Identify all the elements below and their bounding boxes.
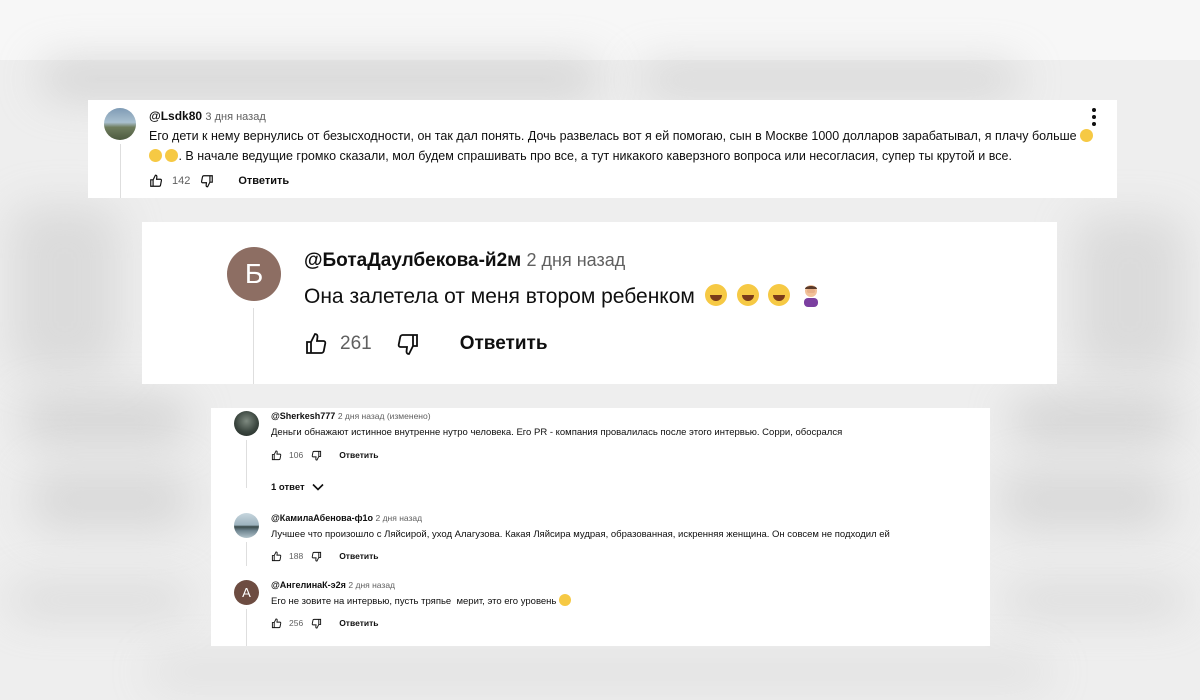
comment-actions: 106 Ответить bbox=[271, 448, 378, 462]
author-name[interactable]: @АнгелинаК-э2я bbox=[271, 580, 346, 590]
comment-header: @АнгелинаК-э2я 2 дня назад bbox=[271, 580, 395, 590]
author-name[interactable]: @КамилаАбенова-ф1о bbox=[271, 513, 373, 523]
comment-card-3: @Sherkesh777 2 дня назад (изменено) День… bbox=[211, 408, 990, 646]
comment-header: @Lsdk80 3 дня назад bbox=[149, 109, 266, 123]
comment-text: Деньги обнажают истинное внутренне нутро… bbox=[271, 427, 843, 438]
timestamp[interactable]: 3 дня назад bbox=[205, 111, 265, 123]
reply-button[interactable]: Ответить bbox=[238, 175, 289, 187]
laughing-emoji-icon bbox=[736, 284, 759, 306]
comment-actions: 261 Ответить bbox=[304, 330, 548, 358]
comment-text: Лучшее что произошло с Ляйсирой, уход Ал… bbox=[271, 529, 890, 540]
thumbs-down-icon[interactable] bbox=[311, 618, 322, 629]
disappointed-emoji-icon bbox=[149, 149, 162, 162]
thumbs-down-icon[interactable] bbox=[311, 450, 322, 461]
like-count: 142 bbox=[172, 175, 191, 187]
like-count: 256 bbox=[289, 618, 304, 628]
thread-line bbox=[246, 609, 247, 646]
avatar[interactable] bbox=[104, 108, 136, 140]
comment-text: Она залетела от меня втором ребенком bbox=[304, 280, 1024, 314]
reply-button[interactable]: Ответить bbox=[339, 618, 378, 628]
chevron-down-icon bbox=[312, 483, 324, 491]
avatar[interactable] bbox=[234, 411, 259, 436]
like-count: 106 bbox=[289, 450, 304, 460]
comment-card-2: Б @БотаДаулбекова-й2м 2 дня назад Она за… bbox=[142, 222, 1057, 384]
grinning-sweat-emoji-icon bbox=[559, 594, 571, 606]
comment-actions: 188 Ответить bbox=[271, 549, 378, 563]
thread-line bbox=[246, 440, 247, 488]
thumbs-up-icon[interactable] bbox=[271, 550, 282, 562]
laughing-emoji-icon bbox=[768, 284, 791, 306]
replies-toggle[interactable]: 1 ответ bbox=[271, 480, 324, 494]
thumbs-down-icon[interactable] bbox=[200, 174, 214, 188]
avatar-letter: Б bbox=[244, 258, 264, 289]
laughing-emoji-icon bbox=[704, 284, 727, 306]
like-count: 188 bbox=[289, 551, 304, 561]
author-name[interactable]: @БотаДаулбекова-й2м bbox=[304, 250, 521, 271]
comment-header: @КамилаАбенова-ф1о 2 дня назад bbox=[271, 513, 422, 523]
timestamp[interactable]: 2 дня назад bbox=[376, 513, 423, 523]
replies-count-label: 1 ответ bbox=[271, 481, 305, 493]
author-name[interactable]: @Lsdk80 bbox=[149, 109, 202, 123]
comment-actions: 142 Ответить bbox=[149, 172, 289, 190]
comment-header: @Sherkesh777 2 дня назад (изменено) bbox=[271, 411, 431, 421]
like-count: 261 bbox=[340, 333, 372, 354]
timestamp[interactable]: 2 дня назад (изменено) bbox=[338, 411, 431, 421]
avatar[interactable]: А bbox=[234, 580, 259, 605]
reply-button[interactable]: Ответить bbox=[460, 333, 548, 355]
reply-button[interactable]: Ответить bbox=[339, 551, 378, 561]
timestamp[interactable]: 2 дня назад bbox=[348, 580, 395, 590]
author-name[interactable]: @Sherkesh777 bbox=[271, 411, 335, 421]
disappointed-emoji-icon bbox=[165, 149, 179, 162]
facepalm-emoji-icon bbox=[800, 283, 822, 307]
comment-text: Его не зовите на интервью, пусть тряпье … bbox=[271, 594, 971, 609]
thumbs-down-icon[interactable] bbox=[396, 332, 420, 356]
thread-line bbox=[120, 144, 121, 198]
comment-actions: 256 Ответить bbox=[271, 616, 378, 630]
thread-line bbox=[253, 308, 254, 384]
avatar[interactable] bbox=[234, 513, 259, 538]
reply-button[interactable]: Ответить bbox=[339, 450, 378, 460]
comment-header: @БотаДаулбекова-й2м 2 дня назад bbox=[304, 250, 625, 272]
more-options-icon[interactable] bbox=[1092, 108, 1096, 126]
comment-text: Его дети к нему вернулись от безысходнос… bbox=[149, 126, 1107, 166]
timestamp[interactable]: 2 дня назад bbox=[527, 250, 626, 270]
comment-card-1: @Lsdk80 3 дня назад Его дети к нему верн… bbox=[88, 100, 1117, 198]
thumbs-down-icon[interactable] bbox=[311, 551, 322, 562]
thumbs-up-icon[interactable] bbox=[271, 449, 282, 461]
thumbs-up-icon[interactable] bbox=[149, 174, 163, 188]
thumbs-up-icon[interactable] bbox=[271, 617, 282, 629]
thread-line bbox=[246, 542, 247, 566]
disappointed-emoji-icon bbox=[1080, 129, 1094, 142]
avatar[interactable]: Б bbox=[227, 247, 281, 301]
avatar-letter: А bbox=[242, 585, 251, 600]
thumbs-up-icon[interactable] bbox=[304, 332, 328, 356]
